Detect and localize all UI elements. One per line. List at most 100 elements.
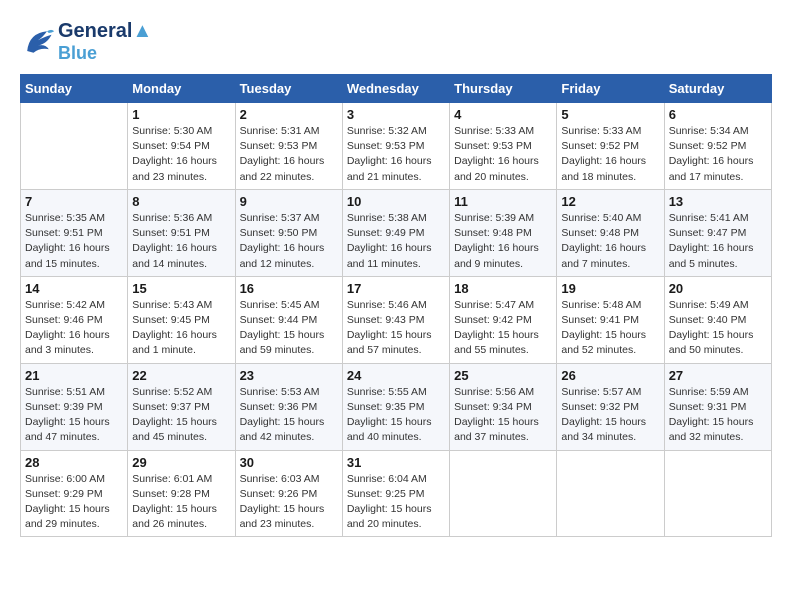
day-number: 18 xyxy=(454,281,552,296)
day-number: 3 xyxy=(347,107,445,122)
day-info: Sunrise: 5:46 AM Sunset: 9:43 PM Dayligh… xyxy=(347,298,445,359)
day-number: 22 xyxy=(132,368,230,383)
calendar-cell: 8 Sunrise: 5:36 AM Sunset: 9:51 PM Daylig… xyxy=(128,189,235,276)
weekday-header: Saturday xyxy=(664,75,771,103)
day-number: 31 xyxy=(347,455,445,470)
day-number: 26 xyxy=(561,368,659,383)
calendar-cell: 25 Sunrise: 5:56 AM Sunset: 9:34 PM Dayli… xyxy=(450,363,557,450)
day-info: Sunrise: 6:03 AM Sunset: 9:26 PM Dayligh… xyxy=(240,472,338,533)
day-info: Sunrise: 5:32 AM Sunset: 9:53 PM Dayligh… xyxy=(347,124,445,185)
calendar-cell: 12 Sunrise: 5:40 AM Sunset: 9:48 PM Dayli… xyxy=(557,189,664,276)
weekday-header: Tuesday xyxy=(235,75,342,103)
day-info: Sunrise: 5:56 AM Sunset: 9:34 PM Dayligh… xyxy=(454,385,552,446)
calendar-cell xyxy=(664,450,771,537)
day-number: 10 xyxy=(347,194,445,209)
calendar-table: SundayMondayTuesdayWednesdayThursdayFrid… xyxy=(20,74,772,537)
calendar-cell: 27Sunrise: 5:59 AM Sunset: 9:31 PM Dayli… xyxy=(664,363,771,450)
day-info: Sunrise: 5:38 AM Sunset: 9:49 PM Dayligh… xyxy=(347,211,445,272)
day-info: Sunrise: 5:37 AM Sunset: 9:50 PM Dayligh… xyxy=(240,211,338,272)
day-info: Sunrise: 6:04 AM Sunset: 9:25 PM Dayligh… xyxy=(347,472,445,533)
day-info: Sunrise: 5:40 AM Sunset: 9:48 PM Dayligh… xyxy=(561,211,659,272)
day-number: 11 xyxy=(454,194,552,209)
calendar-cell: 30 Sunrise: 6:03 AM Sunset: 9:26 PM Dayli… xyxy=(235,450,342,537)
day-number: 20 xyxy=(669,281,767,296)
page-header: General▲ Blue xyxy=(20,20,772,64)
logo-text: General▲ Blue xyxy=(58,20,152,64)
day-info: Sunrise: 5:51 AM Sunset: 9:39 PM Dayligh… xyxy=(25,385,123,446)
day-info: Sunrise: 5:41 AM Sunset: 9:47 PM Dayligh… xyxy=(669,211,767,272)
calendar-cell: 6 Sunrise: 5:34 AM Sunset: 9:52 PM Daylig… xyxy=(664,103,771,190)
calendar-cell: 31 Sunrise: 6:04 AM Sunset: 9:25 PM Dayli… xyxy=(342,450,449,537)
day-info: Sunrise: 5:34 AM Sunset: 9:52 PM Dayligh… xyxy=(669,124,767,185)
day-info: Sunrise: 5:30 AM Sunset: 9:54 PM Dayligh… xyxy=(132,124,230,185)
day-number: 9 xyxy=(240,194,338,209)
day-number: 15 xyxy=(132,281,230,296)
day-number: 19 xyxy=(561,281,659,296)
day-info: Sunrise: 5:33 AM Sunset: 9:52 PM Dayligh… xyxy=(561,124,659,185)
day-number: 5 xyxy=(561,107,659,122)
day-number: 21 xyxy=(25,368,123,383)
calendar-cell: 26 Sunrise: 5:57 AM Sunset: 9:32 PM Dayli… xyxy=(557,363,664,450)
day-info: Sunrise: 5:47 AM Sunset: 9:42 PM Dayligh… xyxy=(454,298,552,359)
day-number: 13 xyxy=(669,194,767,209)
calendar-cell xyxy=(450,450,557,537)
day-number: 24 xyxy=(347,368,445,383)
calendar-cell: 1 Sunrise: 5:30 AM Sunset: 9:54 PM Daylig… xyxy=(128,103,235,190)
day-number: 30 xyxy=(240,455,338,470)
calendar-cell: 20 Sunrise: 5:49 AM Sunset: 9:40 PM Dayli… xyxy=(664,276,771,363)
calendar-cell: 9 Sunrise: 5:37 AM Sunset: 9:50 PM Daylig… xyxy=(235,189,342,276)
calendar-cell: 21 Sunrise: 5:51 AM Sunset: 9:39 PM Dayli… xyxy=(21,363,128,450)
day-number: 28 xyxy=(25,455,123,470)
calendar-cell: 2 Sunrise: 5:31 AM Sunset: 9:53 PM Daylig… xyxy=(235,103,342,190)
calendar-cell: 17 Sunrise: 5:46 AM Sunset: 9:43 PM Dayli… xyxy=(342,276,449,363)
day-number: 6 xyxy=(669,107,767,122)
calendar-cell: 29Sunrise: 6:01 AM Sunset: 9:28 PM Dayli… xyxy=(128,450,235,537)
calendar-week-row: 14Sunrise: 5:42 AM Sunset: 9:46 PM Dayli… xyxy=(21,276,772,363)
day-info: Sunrise: 5:45 AM Sunset: 9:44 PM Dayligh… xyxy=(240,298,338,359)
day-number: 4 xyxy=(454,107,552,122)
day-info: Sunrise: 5:35 AM Sunset: 9:51 PM Dayligh… xyxy=(25,211,123,272)
calendar-cell: 15 Sunrise: 5:43 AM Sunset: 9:45 PM Dayli… xyxy=(128,276,235,363)
calendar-cell: 23 Sunrise: 5:53 AM Sunset: 9:36 PM Dayli… xyxy=(235,363,342,450)
day-info: Sunrise: 6:00 AM Sunset: 9:29 PM Dayligh… xyxy=(25,472,123,533)
calendar-cell: 16 Sunrise: 5:45 AM Sunset: 9:44 PM Dayli… xyxy=(235,276,342,363)
day-number: 14 xyxy=(25,281,123,296)
day-info: Sunrise: 5:39 AM Sunset: 9:48 PM Dayligh… xyxy=(454,211,552,272)
calendar-cell: 22 Sunrise: 5:52 AM Sunset: 9:37 PM Dayli… xyxy=(128,363,235,450)
day-number: 7 xyxy=(25,194,123,209)
calendar-cell xyxy=(21,103,128,190)
day-info: Sunrise: 5:48 AM Sunset: 9:41 PM Dayligh… xyxy=(561,298,659,359)
day-number: 17 xyxy=(347,281,445,296)
day-info: Sunrise: 5:52 AM Sunset: 9:37 PM Dayligh… xyxy=(132,385,230,446)
day-number: 1 xyxy=(132,107,230,122)
weekday-header: Friday xyxy=(557,75,664,103)
calendar-cell: 13 Sunrise: 5:41 AM Sunset: 9:47 PM Dayli… xyxy=(664,189,771,276)
weekday-header: Thursday xyxy=(450,75,557,103)
calendar-week-row: 1 Sunrise: 5:30 AM Sunset: 9:54 PM Daylig… xyxy=(21,103,772,190)
day-info: Sunrise: 5:31 AM Sunset: 9:53 PM Dayligh… xyxy=(240,124,338,185)
day-info: Sunrise: 5:57 AM Sunset: 9:32 PM Dayligh… xyxy=(561,385,659,446)
day-number: 8 xyxy=(132,194,230,209)
day-number: 16 xyxy=(240,281,338,296)
day-number: 25 xyxy=(454,368,552,383)
calendar-cell xyxy=(557,450,664,537)
day-info: Sunrise: 5:36 AM Sunset: 9:51 PM Dayligh… xyxy=(132,211,230,272)
weekday-header: Sunday xyxy=(21,75,128,103)
weekday-header: Wednesday xyxy=(342,75,449,103)
calendar-cell: 28 Sunrise: 6:00 AM Sunset: 9:29 PM Dayli… xyxy=(21,450,128,537)
day-number: 2 xyxy=(240,107,338,122)
day-number: 23 xyxy=(240,368,338,383)
calendar-cell: 3 Sunrise: 5:32 AM Sunset: 9:53 PM Daylig… xyxy=(342,103,449,190)
calendar-cell: 5 Sunrise: 5:33 AM Sunset: 9:52 PM Daylig… xyxy=(557,103,664,190)
calendar-cell: 14Sunrise: 5:42 AM Sunset: 9:46 PM Dayli… xyxy=(21,276,128,363)
calendar-cell: 4Sunrise: 5:33 AM Sunset: 9:53 PM Daylig… xyxy=(450,103,557,190)
calendar-week-row: 21 Sunrise: 5:51 AM Sunset: 9:39 PM Dayli… xyxy=(21,363,772,450)
day-number: 12 xyxy=(561,194,659,209)
calendar-week-row: 28 Sunrise: 6:00 AM Sunset: 9:29 PM Dayli… xyxy=(21,450,772,537)
day-info: Sunrise: 5:59 AM Sunset: 9:31 PM Dayligh… xyxy=(669,385,767,446)
calendar-cell: 19 Sunrise: 5:48 AM Sunset: 9:41 PM Dayli… xyxy=(557,276,664,363)
calendar-cell: 24Sunrise: 5:55 AM Sunset: 9:35 PM Dayli… xyxy=(342,363,449,450)
day-info: Sunrise: 5:53 AM Sunset: 9:36 PM Dayligh… xyxy=(240,385,338,446)
day-info: Sunrise: 5:49 AM Sunset: 9:40 PM Dayligh… xyxy=(669,298,767,359)
day-info: Sunrise: 5:43 AM Sunset: 9:45 PM Dayligh… xyxy=(132,298,230,359)
